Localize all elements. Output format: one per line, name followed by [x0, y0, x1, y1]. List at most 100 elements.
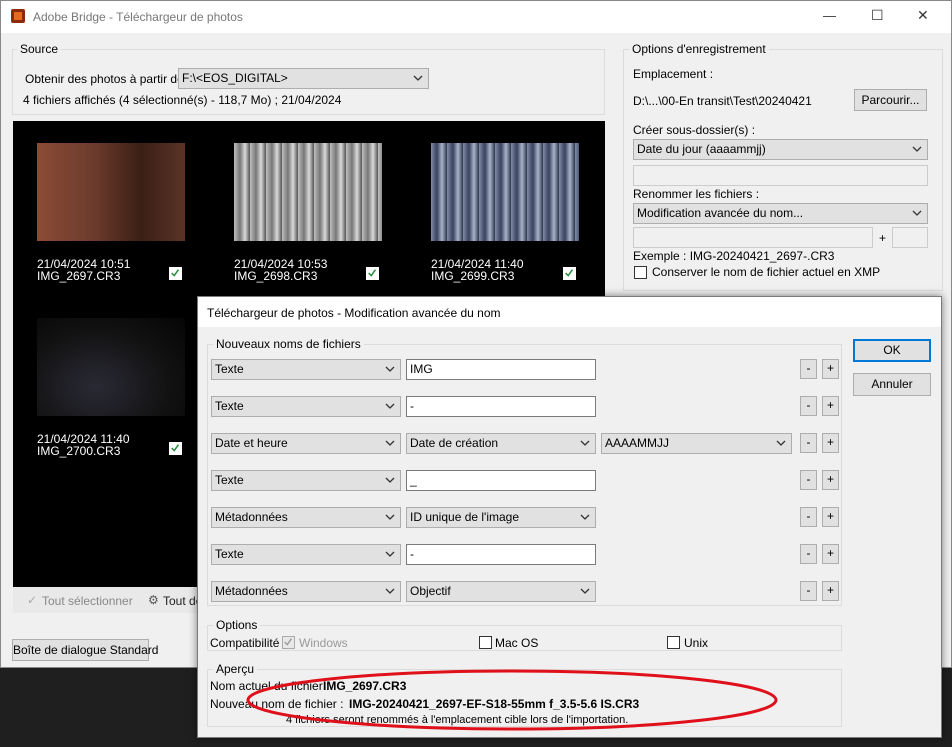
thumbnail-image[interactable] — [234, 143, 382, 241]
add-rule-button[interactable]: + — [822, 507, 839, 527]
chevron-down-icon — [385, 366, 395, 372]
remove-rule-button[interactable]: - — [800, 470, 817, 490]
thumbnail-filename: IMG_2700.CR3 — [37, 444, 121, 458]
location-path: D:\...\00-En transit\Test\20240421 — [633, 94, 812, 108]
thumbnail-checkbox[interactable] — [169, 267, 182, 280]
deselect-all-icon: ⚙ — [148, 593, 159, 607]
chevron-down-icon — [385, 514, 395, 520]
thumbnail-checkbox[interactable] — [366, 267, 379, 280]
chevron-down-icon — [413, 75, 423, 81]
rule-format-dropdown[interactable]: AAAAMMJJ — [601, 433, 792, 454]
remove-rule-button[interactable]: - — [800, 359, 817, 379]
chevron-down-icon — [912, 146, 922, 152]
compatibility-label: Compatibilité : — [210, 636, 287, 650]
subfolder-custom-field[interactable] — [633, 165, 928, 186]
source-summary: 4 fichiers affichés (4 sélectionné(s) - … — [23, 93, 342, 107]
location-label: Emplacement : — [633, 67, 714, 81]
chevron-down-icon — [385, 477, 395, 483]
rule-subtype-dropdown[interactable]: Objectif — [406, 581, 596, 602]
rule-type-dropdown[interactable]: Texte — [211, 359, 401, 380]
ok-button[interactable]: OK — [853, 339, 931, 362]
select-all-button[interactable]: Tout sélectionner — [42, 594, 133, 608]
new-names-label: Nouveaux noms de fichiers — [213, 337, 364, 351]
windows-label: Windows — [299, 636, 348, 650]
rule-type-dropdown[interactable]: Texte — [211, 544, 401, 565]
rename-example: Exemple : IMG-20240421_2697-.CR3 — [633, 249, 835, 263]
source-group-label: Source — [17, 42, 62, 56]
maximize-icon[interactable]: ☐ — [871, 7, 884, 24]
thumbnail-checkbox[interactable] — [563, 267, 576, 280]
chevron-down-icon — [385, 588, 395, 594]
thumbnail-image[interactable] — [37, 318, 185, 416]
keep-name-xmp-checkbox[interactable] — [634, 266, 647, 279]
unix-checkbox[interactable] — [667, 636, 680, 649]
cancel-button[interactable]: Annuler — [853, 373, 931, 396]
save-options-label: Options d'enregistrement — [629, 42, 769, 56]
rule-text-input[interactable]: - — [406, 544, 596, 565]
rename-label: Renommer les fichiers : — [633, 187, 760, 201]
rule-subtype-dropdown[interactable]: Date de création — [406, 433, 596, 454]
chevron-down-icon — [385, 403, 395, 409]
macos-checkbox[interactable] — [479, 636, 492, 649]
add-rule-button[interactable]: + — [822, 470, 839, 490]
thumbnail-image[interactable] — [431, 143, 579, 241]
rename-number-field[interactable] — [892, 227, 928, 248]
title-bar: Adobe Bridge - Téléchargeur de photos — … — [1, 1, 951, 33]
dialog-title: Téléchargeur de photos - Modification av… — [207, 306, 501, 320]
remove-rule-button[interactable]: - — [800, 507, 817, 527]
standard-dialog-button[interactable]: Boîte de dialogue Standard — [12, 639, 158, 661]
add-rule-button[interactable]: + — [822, 433, 839, 453]
add-rule-button[interactable]: + — [822, 544, 839, 564]
thumbnail-checkbox[interactable] — [169, 442, 182, 455]
check-icon — [368, 269, 377, 277]
options-label: Options — [213, 618, 261, 632]
subfolder-label: Créer sous-dossier(s) : — [633, 123, 756, 137]
browse-button[interactable]: Parcourir... — [854, 89, 927, 111]
annotation-ellipse — [246, 669, 778, 731]
source-dropdown[interactable]: F:\<EOS_DIGITAL> — [178, 68, 429, 89]
remove-rule-button[interactable]: - — [800, 544, 817, 564]
rename-plus: + — [879, 231, 887, 245]
check-icon — [284, 638, 293, 646]
app-icon — [11, 9, 25, 23]
add-rule-button[interactable]: + — [822, 581, 839, 601]
window-title: Adobe Bridge - Téléchargeur de photos — [33, 10, 243, 24]
chevron-down-icon — [385, 551, 395, 557]
rule-text-input[interactable]: _ — [406, 470, 596, 491]
chevron-down-icon — [580, 440, 590, 446]
add-rule-button[interactable]: + — [822, 396, 839, 416]
rule-text-input[interactable]: - — [406, 396, 596, 417]
rule-type-dropdown[interactable]: Métadonnées — [211, 581, 401, 602]
rule-type-dropdown[interactable]: Date et heure — [211, 433, 401, 454]
rule-type-dropdown[interactable]: Métadonnées — [211, 507, 401, 528]
remove-rule-button[interactable]: - — [800, 396, 817, 416]
chevron-down-icon — [580, 514, 590, 520]
select-all-icon: ✓ — [27, 593, 38, 607]
rule-subtype-dropdown[interactable]: ID unique de l'image — [406, 507, 596, 528]
windows-checkbox[interactable] — [282, 636, 295, 649]
chevron-down-icon — [580, 588, 590, 594]
rename-text-field[interactable] — [633, 227, 873, 248]
chevron-down-icon — [385, 440, 395, 446]
thumbnail-filename: IMG_2699.CR3 — [431, 269, 515, 283]
rule-text-input[interactable]: IMG — [406, 359, 596, 380]
rule-type-dropdown[interactable]: Texte — [211, 470, 401, 491]
macos-label: Mac OS — [495, 636, 539, 650]
subfolder-dropdown[interactable]: Date du jour (aaaammjj) — [633, 139, 928, 160]
remove-rule-button[interactable]: - — [800, 433, 817, 453]
source-label: Obtenir des photos à partir de : — [25, 72, 191, 86]
thumbnail-filename: IMG_2697.CR3 — [37, 269, 121, 283]
rename-dropdown[interactable]: Modification avancée du nom... — [633, 203, 928, 224]
unix-label: Unix — [684, 636, 709, 650]
add-rule-button[interactable]: + — [822, 359, 839, 379]
check-icon — [565, 269, 574, 277]
minimize-icon[interactable]: — — [823, 8, 836, 23]
close-icon[interactable]: ✕ — [917, 7, 929, 24]
chevron-down-icon — [776, 440, 786, 446]
thumbnail-image[interactable] — [37, 143, 185, 241]
remove-rule-button[interactable]: - — [800, 581, 817, 601]
thumbnail-filename: IMG_2698.CR3 — [234, 269, 318, 283]
chevron-down-icon — [912, 210, 922, 216]
rule-type-dropdown[interactable]: Texte — [211, 396, 401, 417]
check-icon — [171, 269, 180, 277]
